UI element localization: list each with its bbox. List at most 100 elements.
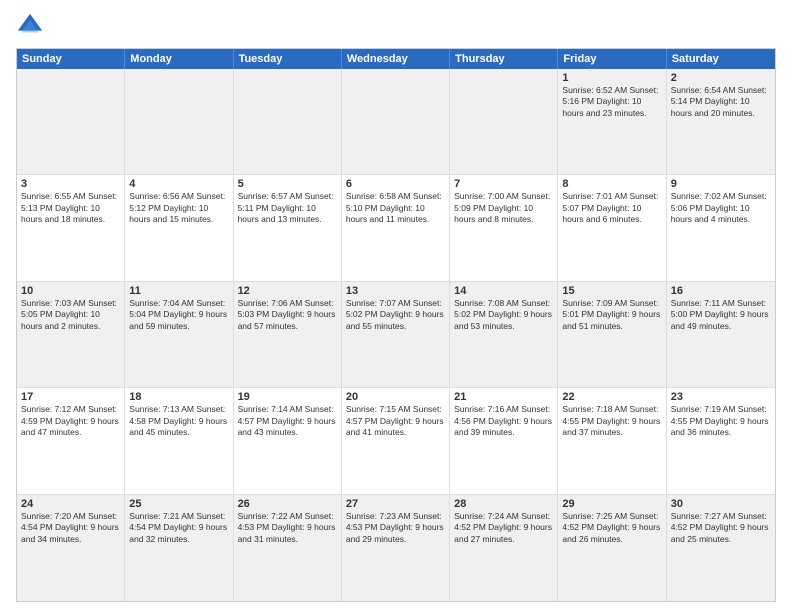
day-detail: Sunrise: 7:04 AM Sunset: 5:04 PM Dayligh… [129,298,228,332]
logo [16,12,48,40]
day-detail: Sunrise: 6:57 AM Sunset: 5:11 PM Dayligh… [238,191,337,225]
header-cell-thursday: Thursday [450,49,558,69]
day-detail: Sunrise: 6:52 AM Sunset: 5:16 PM Dayligh… [562,85,661,119]
day-cell-23: 23Sunrise: 7:19 AM Sunset: 4:55 PM Dayli… [667,388,775,493]
day-cell-13: 13Sunrise: 7:07 AM Sunset: 5:02 PM Dayli… [342,282,450,387]
day-number: 6 [346,178,445,190]
day-number: 18 [129,391,228,403]
day-number: 3 [21,178,120,190]
day-number: 16 [671,285,771,297]
day-cell-14: 14Sunrise: 7:08 AM Sunset: 5:02 PM Dayli… [450,282,558,387]
day-cell-12: 12Sunrise: 7:06 AM Sunset: 5:03 PM Dayli… [234,282,342,387]
day-number: 25 [129,498,228,510]
day-number: 2 [671,72,771,84]
day-number: 22 [562,391,661,403]
day-cell-21: 21Sunrise: 7:16 AM Sunset: 4:56 PM Dayli… [450,388,558,493]
day-cell-22: 22Sunrise: 7:18 AM Sunset: 4:55 PM Dayli… [558,388,666,493]
day-detail: Sunrise: 7:09 AM Sunset: 5:01 PM Dayligh… [562,298,661,332]
day-cell-7: 7Sunrise: 7:00 AM Sunset: 5:09 PM Daylig… [450,175,558,280]
day-detail: Sunrise: 7:12 AM Sunset: 4:59 PM Dayligh… [21,404,120,438]
cal-row-4: 24Sunrise: 7:20 AM Sunset: 4:54 PM Dayli… [17,495,775,601]
day-detail: Sunrise: 7:06 AM Sunset: 5:03 PM Dayligh… [238,298,337,332]
day-cell-8: 8Sunrise: 7:01 AM Sunset: 5:07 PM Daylig… [558,175,666,280]
day-cell-24: 24Sunrise: 7:20 AM Sunset: 4:54 PM Dayli… [17,495,125,601]
day-cell-26: 26Sunrise: 7:22 AM Sunset: 4:53 PM Dayli… [234,495,342,601]
header-cell-wednesday: Wednesday [342,49,450,69]
day-number: 9 [671,178,771,190]
calendar: SundayMondayTuesdayWednesdayThursdayFrid… [16,48,776,602]
day-detail: Sunrise: 7:24 AM Sunset: 4:52 PM Dayligh… [454,511,553,545]
empty-cell-0-4 [450,69,558,174]
day-number: 17 [21,391,120,403]
day-detail: Sunrise: 7:01 AM Sunset: 5:07 PM Dayligh… [562,191,661,225]
day-number: 10 [21,285,120,297]
day-detail: Sunrise: 6:55 AM Sunset: 5:13 PM Dayligh… [21,191,120,225]
day-detail: Sunrise: 7:16 AM Sunset: 4:56 PM Dayligh… [454,404,553,438]
day-cell-2: 2Sunrise: 6:54 AM Sunset: 5:14 PM Daylig… [667,69,775,174]
day-detail: Sunrise: 7:18 AM Sunset: 4:55 PM Dayligh… [562,404,661,438]
day-cell-29: 29Sunrise: 7:25 AM Sunset: 4:52 PM Dayli… [558,495,666,601]
header-cell-sunday: Sunday [17,49,125,69]
day-cell-15: 15Sunrise: 7:09 AM Sunset: 5:01 PM Dayli… [558,282,666,387]
day-detail: Sunrise: 7:08 AM Sunset: 5:02 PM Dayligh… [454,298,553,332]
day-detail: Sunrise: 7:23 AM Sunset: 4:53 PM Dayligh… [346,511,445,545]
day-number: 28 [454,498,553,510]
day-number: 11 [129,285,228,297]
day-cell-10: 10Sunrise: 7:03 AM Sunset: 5:05 PM Dayli… [17,282,125,387]
day-detail: Sunrise: 7:07 AM Sunset: 5:02 PM Dayligh… [346,298,445,332]
day-number: 19 [238,391,337,403]
day-number: 29 [562,498,661,510]
day-number: 1 [562,72,661,84]
day-number: 30 [671,498,771,510]
calendar-header: SundayMondayTuesdayWednesdayThursdayFrid… [17,49,775,69]
day-number: 7 [454,178,553,190]
header [16,12,776,40]
day-number: 4 [129,178,228,190]
day-number: 15 [562,285,661,297]
day-cell-6: 6Sunrise: 6:58 AM Sunset: 5:10 PM Daylig… [342,175,450,280]
day-detail: Sunrise: 7:22 AM Sunset: 4:53 PM Dayligh… [238,511,337,545]
day-detail: Sunrise: 7:14 AM Sunset: 4:57 PM Dayligh… [238,404,337,438]
empty-cell-0-0 [17,69,125,174]
day-detail: Sunrise: 7:19 AM Sunset: 4:55 PM Dayligh… [671,404,771,438]
day-cell-17: 17Sunrise: 7:12 AM Sunset: 4:59 PM Dayli… [17,388,125,493]
day-detail: Sunrise: 7:21 AM Sunset: 4:54 PM Dayligh… [129,511,228,545]
empty-cell-0-2 [234,69,342,174]
day-number: 12 [238,285,337,297]
day-cell-30: 30Sunrise: 7:27 AM Sunset: 4:52 PM Dayli… [667,495,775,601]
day-number: 26 [238,498,337,510]
day-detail: Sunrise: 7:15 AM Sunset: 4:57 PM Dayligh… [346,404,445,438]
day-cell-5: 5Sunrise: 6:57 AM Sunset: 5:11 PM Daylig… [234,175,342,280]
page: SundayMondayTuesdayWednesdayThursdayFrid… [0,0,792,612]
day-number: 5 [238,178,337,190]
header-cell-saturday: Saturday [667,49,775,69]
day-cell-25: 25Sunrise: 7:21 AM Sunset: 4:54 PM Dayli… [125,495,233,601]
day-number: 27 [346,498,445,510]
logo-icon [16,12,44,40]
day-cell-18: 18Sunrise: 7:13 AM Sunset: 4:58 PM Dayli… [125,388,233,493]
day-detail: Sunrise: 7:03 AM Sunset: 5:05 PM Dayligh… [21,298,120,332]
day-number: 20 [346,391,445,403]
header-cell-tuesday: Tuesday [234,49,342,69]
day-number: 23 [671,391,771,403]
day-cell-20: 20Sunrise: 7:15 AM Sunset: 4:57 PM Dayli… [342,388,450,493]
day-number: 24 [21,498,120,510]
day-number: 13 [346,285,445,297]
day-cell-11: 11Sunrise: 7:04 AM Sunset: 5:04 PM Dayli… [125,282,233,387]
cal-row-0: 1Sunrise: 6:52 AM Sunset: 5:16 PM Daylig… [17,69,775,175]
day-detail: Sunrise: 7:20 AM Sunset: 4:54 PM Dayligh… [21,511,120,545]
day-detail: Sunrise: 7:02 AM Sunset: 5:06 PM Dayligh… [671,191,771,225]
day-detail: Sunrise: 7:27 AM Sunset: 4:52 PM Dayligh… [671,511,771,545]
day-cell-3: 3Sunrise: 6:55 AM Sunset: 5:13 PM Daylig… [17,175,125,280]
header-cell-monday: Monday [125,49,233,69]
day-cell-16: 16Sunrise: 7:11 AM Sunset: 5:00 PM Dayli… [667,282,775,387]
header-cell-friday: Friday [558,49,666,69]
cal-row-2: 10Sunrise: 7:03 AM Sunset: 5:05 PM Dayli… [17,282,775,388]
day-cell-4: 4Sunrise: 6:56 AM Sunset: 5:12 PM Daylig… [125,175,233,280]
day-detail: Sunrise: 6:56 AM Sunset: 5:12 PM Dayligh… [129,191,228,225]
day-cell-1: 1Sunrise: 6:52 AM Sunset: 5:16 PM Daylig… [558,69,666,174]
day-cell-19: 19Sunrise: 7:14 AM Sunset: 4:57 PM Dayli… [234,388,342,493]
calendar-body: 1Sunrise: 6:52 AM Sunset: 5:16 PM Daylig… [17,69,775,601]
day-detail: Sunrise: 7:13 AM Sunset: 4:58 PM Dayligh… [129,404,228,438]
day-detail: Sunrise: 7:11 AM Sunset: 5:00 PM Dayligh… [671,298,771,332]
